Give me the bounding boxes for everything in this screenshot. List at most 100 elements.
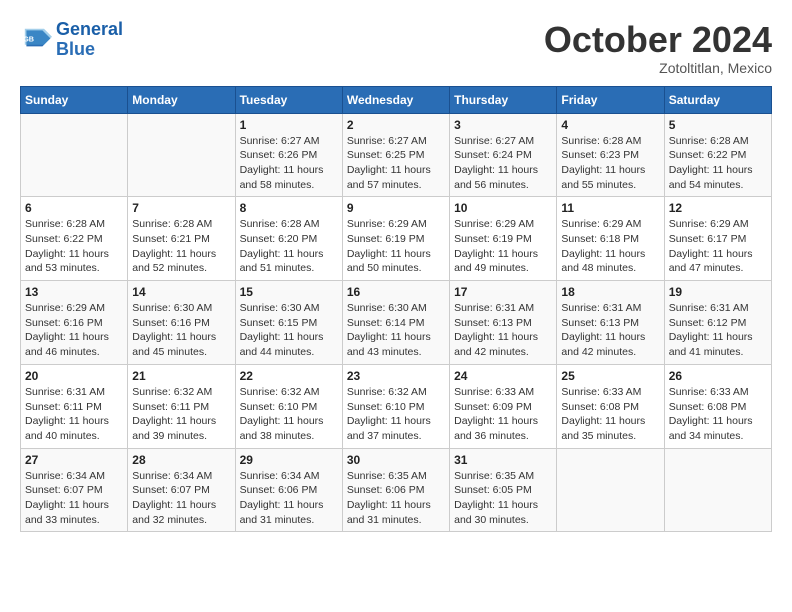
week-row-2: 6 Sunrise: 6:28 AMSunset: 6:22 PMDayligh… <box>21 197 772 281</box>
day-number: 12 <box>669 201 767 215</box>
day-number: 5 <box>669 118 767 132</box>
logo-text: General Blue <box>56 20 123 60</box>
day-info: Sunrise: 6:28 AMSunset: 6:21 PMDaylight:… <box>132 217 230 276</box>
day-cell: 10 Sunrise: 6:29 AMSunset: 6:19 PMDaylig… <box>450 197 557 281</box>
day-info: Sunrise: 6:28 AMSunset: 6:22 PMDaylight:… <box>669 134 767 193</box>
day-number: 11 <box>561 201 659 215</box>
day-info: Sunrise: 6:27 AMSunset: 6:25 PMDaylight:… <box>347 134 445 193</box>
day-cell: 16 Sunrise: 6:30 AMSunset: 6:14 PMDaylig… <box>342 281 449 365</box>
day-number: 9 <box>347 201 445 215</box>
day-cell: 29 Sunrise: 6:34 AMSunset: 6:06 PMDaylig… <box>235 448 342 532</box>
day-info: Sunrise: 6:31 AMSunset: 6:11 PMDaylight:… <box>25 385 123 444</box>
day-cell: 17 Sunrise: 6:31 AMSunset: 6:13 PMDaylig… <box>450 281 557 365</box>
day-cell: 1 Sunrise: 6:27 AMSunset: 6:26 PMDayligh… <box>235 113 342 197</box>
day-number: 8 <box>240 201 338 215</box>
page-header: GB General Blue October 2024 Zotoltitlan… <box>20 20 772 76</box>
day-number: 19 <box>669 285 767 299</box>
day-number: 14 <box>132 285 230 299</box>
day-cell: 23 Sunrise: 6:32 AMSunset: 6:10 PMDaylig… <box>342 364 449 448</box>
day-number: 7 <box>132 201 230 215</box>
day-info: Sunrise: 6:33 AMSunset: 6:08 PMDaylight:… <box>669 385 767 444</box>
header-wednesday: Wednesday <box>342 86 449 113</box>
title-block: October 2024 Zotoltitlan, Mexico <box>544 20 772 76</box>
day-info: Sunrise: 6:27 AMSunset: 6:24 PMDaylight:… <box>454 134 552 193</box>
day-info: Sunrise: 6:31 AMSunset: 6:12 PMDaylight:… <box>669 301 767 360</box>
day-info: Sunrise: 6:28 AMSunset: 6:22 PMDaylight:… <box>25 217 123 276</box>
day-number: 10 <box>454 201 552 215</box>
day-number: 27 <box>25 453 123 467</box>
calendar-header-row: SundayMondayTuesdayWednesdayThursdayFrid… <box>21 86 772 113</box>
location-subtitle: Zotoltitlan, Mexico <box>544 60 772 76</box>
day-info: Sunrise: 6:28 AMSunset: 6:23 PMDaylight:… <box>561 134 659 193</box>
day-number: 31 <box>454 453 552 467</box>
day-info: Sunrise: 6:30 AMSunset: 6:15 PMDaylight:… <box>240 301 338 360</box>
header-saturday: Saturday <box>664 86 771 113</box>
day-cell: 18 Sunrise: 6:31 AMSunset: 6:13 PMDaylig… <box>557 281 664 365</box>
day-cell: 30 Sunrise: 6:35 AMSunset: 6:06 PMDaylig… <box>342 448 449 532</box>
header-sunday: Sunday <box>21 86 128 113</box>
week-row-5: 27 Sunrise: 6:34 AMSunset: 6:07 PMDaylig… <box>21 448 772 532</box>
day-info: Sunrise: 6:35 AMSunset: 6:05 PMDaylight:… <box>454 469 552 528</box>
day-info: Sunrise: 6:31 AMSunset: 6:13 PMDaylight:… <box>561 301 659 360</box>
day-number: 20 <box>25 369 123 383</box>
day-cell: 12 Sunrise: 6:29 AMSunset: 6:17 PMDaylig… <box>664 197 771 281</box>
day-cell: 8 Sunrise: 6:28 AMSunset: 6:20 PMDayligh… <box>235 197 342 281</box>
week-row-3: 13 Sunrise: 6:29 AMSunset: 6:16 PMDaylig… <box>21 281 772 365</box>
day-cell: 11 Sunrise: 6:29 AMSunset: 6:18 PMDaylig… <box>557 197 664 281</box>
day-info: Sunrise: 6:34 AMSunset: 6:06 PMDaylight:… <box>240 469 338 528</box>
day-number: 28 <box>132 453 230 467</box>
day-info: Sunrise: 6:33 AMSunset: 6:08 PMDaylight:… <box>561 385 659 444</box>
day-info: Sunrise: 6:29 AMSunset: 6:16 PMDaylight:… <box>25 301 123 360</box>
header-friday: Friday <box>557 86 664 113</box>
day-number: 17 <box>454 285 552 299</box>
day-number: 18 <box>561 285 659 299</box>
day-number: 1 <box>240 118 338 132</box>
day-cell <box>557 448 664 532</box>
day-number: 6 <box>25 201 123 215</box>
day-cell: 5 Sunrise: 6:28 AMSunset: 6:22 PMDayligh… <box>664 113 771 197</box>
day-cell: 3 Sunrise: 6:27 AMSunset: 6:24 PMDayligh… <box>450 113 557 197</box>
svg-text:GB: GB <box>23 34 34 43</box>
day-cell: 13 Sunrise: 6:29 AMSunset: 6:16 PMDaylig… <box>21 281 128 365</box>
day-number: 25 <box>561 369 659 383</box>
day-number: 2 <box>347 118 445 132</box>
day-cell: 7 Sunrise: 6:28 AMSunset: 6:21 PMDayligh… <box>128 197 235 281</box>
day-number: 13 <box>25 285 123 299</box>
header-monday: Monday <box>128 86 235 113</box>
day-cell: 20 Sunrise: 6:31 AMSunset: 6:11 PMDaylig… <box>21 364 128 448</box>
day-info: Sunrise: 6:33 AMSunset: 6:09 PMDaylight:… <box>454 385 552 444</box>
logo: GB General Blue <box>20 20 123 60</box>
day-cell: 15 Sunrise: 6:30 AMSunset: 6:15 PMDaylig… <box>235 281 342 365</box>
day-info: Sunrise: 6:34 AMSunset: 6:07 PMDaylight:… <box>132 469 230 528</box>
day-cell <box>664 448 771 532</box>
logo-icon: GB <box>20 24 52 56</box>
day-cell: 31 Sunrise: 6:35 AMSunset: 6:05 PMDaylig… <box>450 448 557 532</box>
day-cell: 27 Sunrise: 6:34 AMSunset: 6:07 PMDaylig… <box>21 448 128 532</box>
day-number: 26 <box>669 369 767 383</box>
day-number: 30 <box>347 453 445 467</box>
day-number: 29 <box>240 453 338 467</box>
day-cell <box>128 113 235 197</box>
day-info: Sunrise: 6:29 AMSunset: 6:17 PMDaylight:… <box>669 217 767 276</box>
day-cell: 28 Sunrise: 6:34 AMSunset: 6:07 PMDaylig… <box>128 448 235 532</box>
day-info: Sunrise: 6:32 AMSunset: 6:10 PMDaylight:… <box>240 385 338 444</box>
day-info: Sunrise: 6:31 AMSunset: 6:13 PMDaylight:… <box>454 301 552 360</box>
day-number: 23 <box>347 369 445 383</box>
day-info: Sunrise: 6:30 AMSunset: 6:14 PMDaylight:… <box>347 301 445 360</box>
day-info: Sunrise: 6:29 AMSunset: 6:18 PMDaylight:… <box>561 217 659 276</box>
day-number: 3 <box>454 118 552 132</box>
day-cell: 14 Sunrise: 6:30 AMSunset: 6:16 PMDaylig… <box>128 281 235 365</box>
week-row-1: 1 Sunrise: 6:27 AMSunset: 6:26 PMDayligh… <box>21 113 772 197</box>
day-cell: 25 Sunrise: 6:33 AMSunset: 6:08 PMDaylig… <box>557 364 664 448</box>
day-cell <box>21 113 128 197</box>
day-cell: 6 Sunrise: 6:28 AMSunset: 6:22 PMDayligh… <box>21 197 128 281</box>
day-number: 16 <box>347 285 445 299</box>
day-cell: 26 Sunrise: 6:33 AMSunset: 6:08 PMDaylig… <box>664 364 771 448</box>
header-tuesday: Tuesday <box>235 86 342 113</box>
day-info: Sunrise: 6:28 AMSunset: 6:20 PMDaylight:… <box>240 217 338 276</box>
day-info: Sunrise: 6:29 AMSunset: 6:19 PMDaylight:… <box>347 217 445 276</box>
day-cell: 2 Sunrise: 6:27 AMSunset: 6:25 PMDayligh… <box>342 113 449 197</box>
calendar-table: SundayMondayTuesdayWednesdayThursdayFrid… <box>20 86 772 533</box>
day-info: Sunrise: 6:29 AMSunset: 6:19 PMDaylight:… <box>454 217 552 276</box>
day-cell: 19 Sunrise: 6:31 AMSunset: 6:12 PMDaylig… <box>664 281 771 365</box>
